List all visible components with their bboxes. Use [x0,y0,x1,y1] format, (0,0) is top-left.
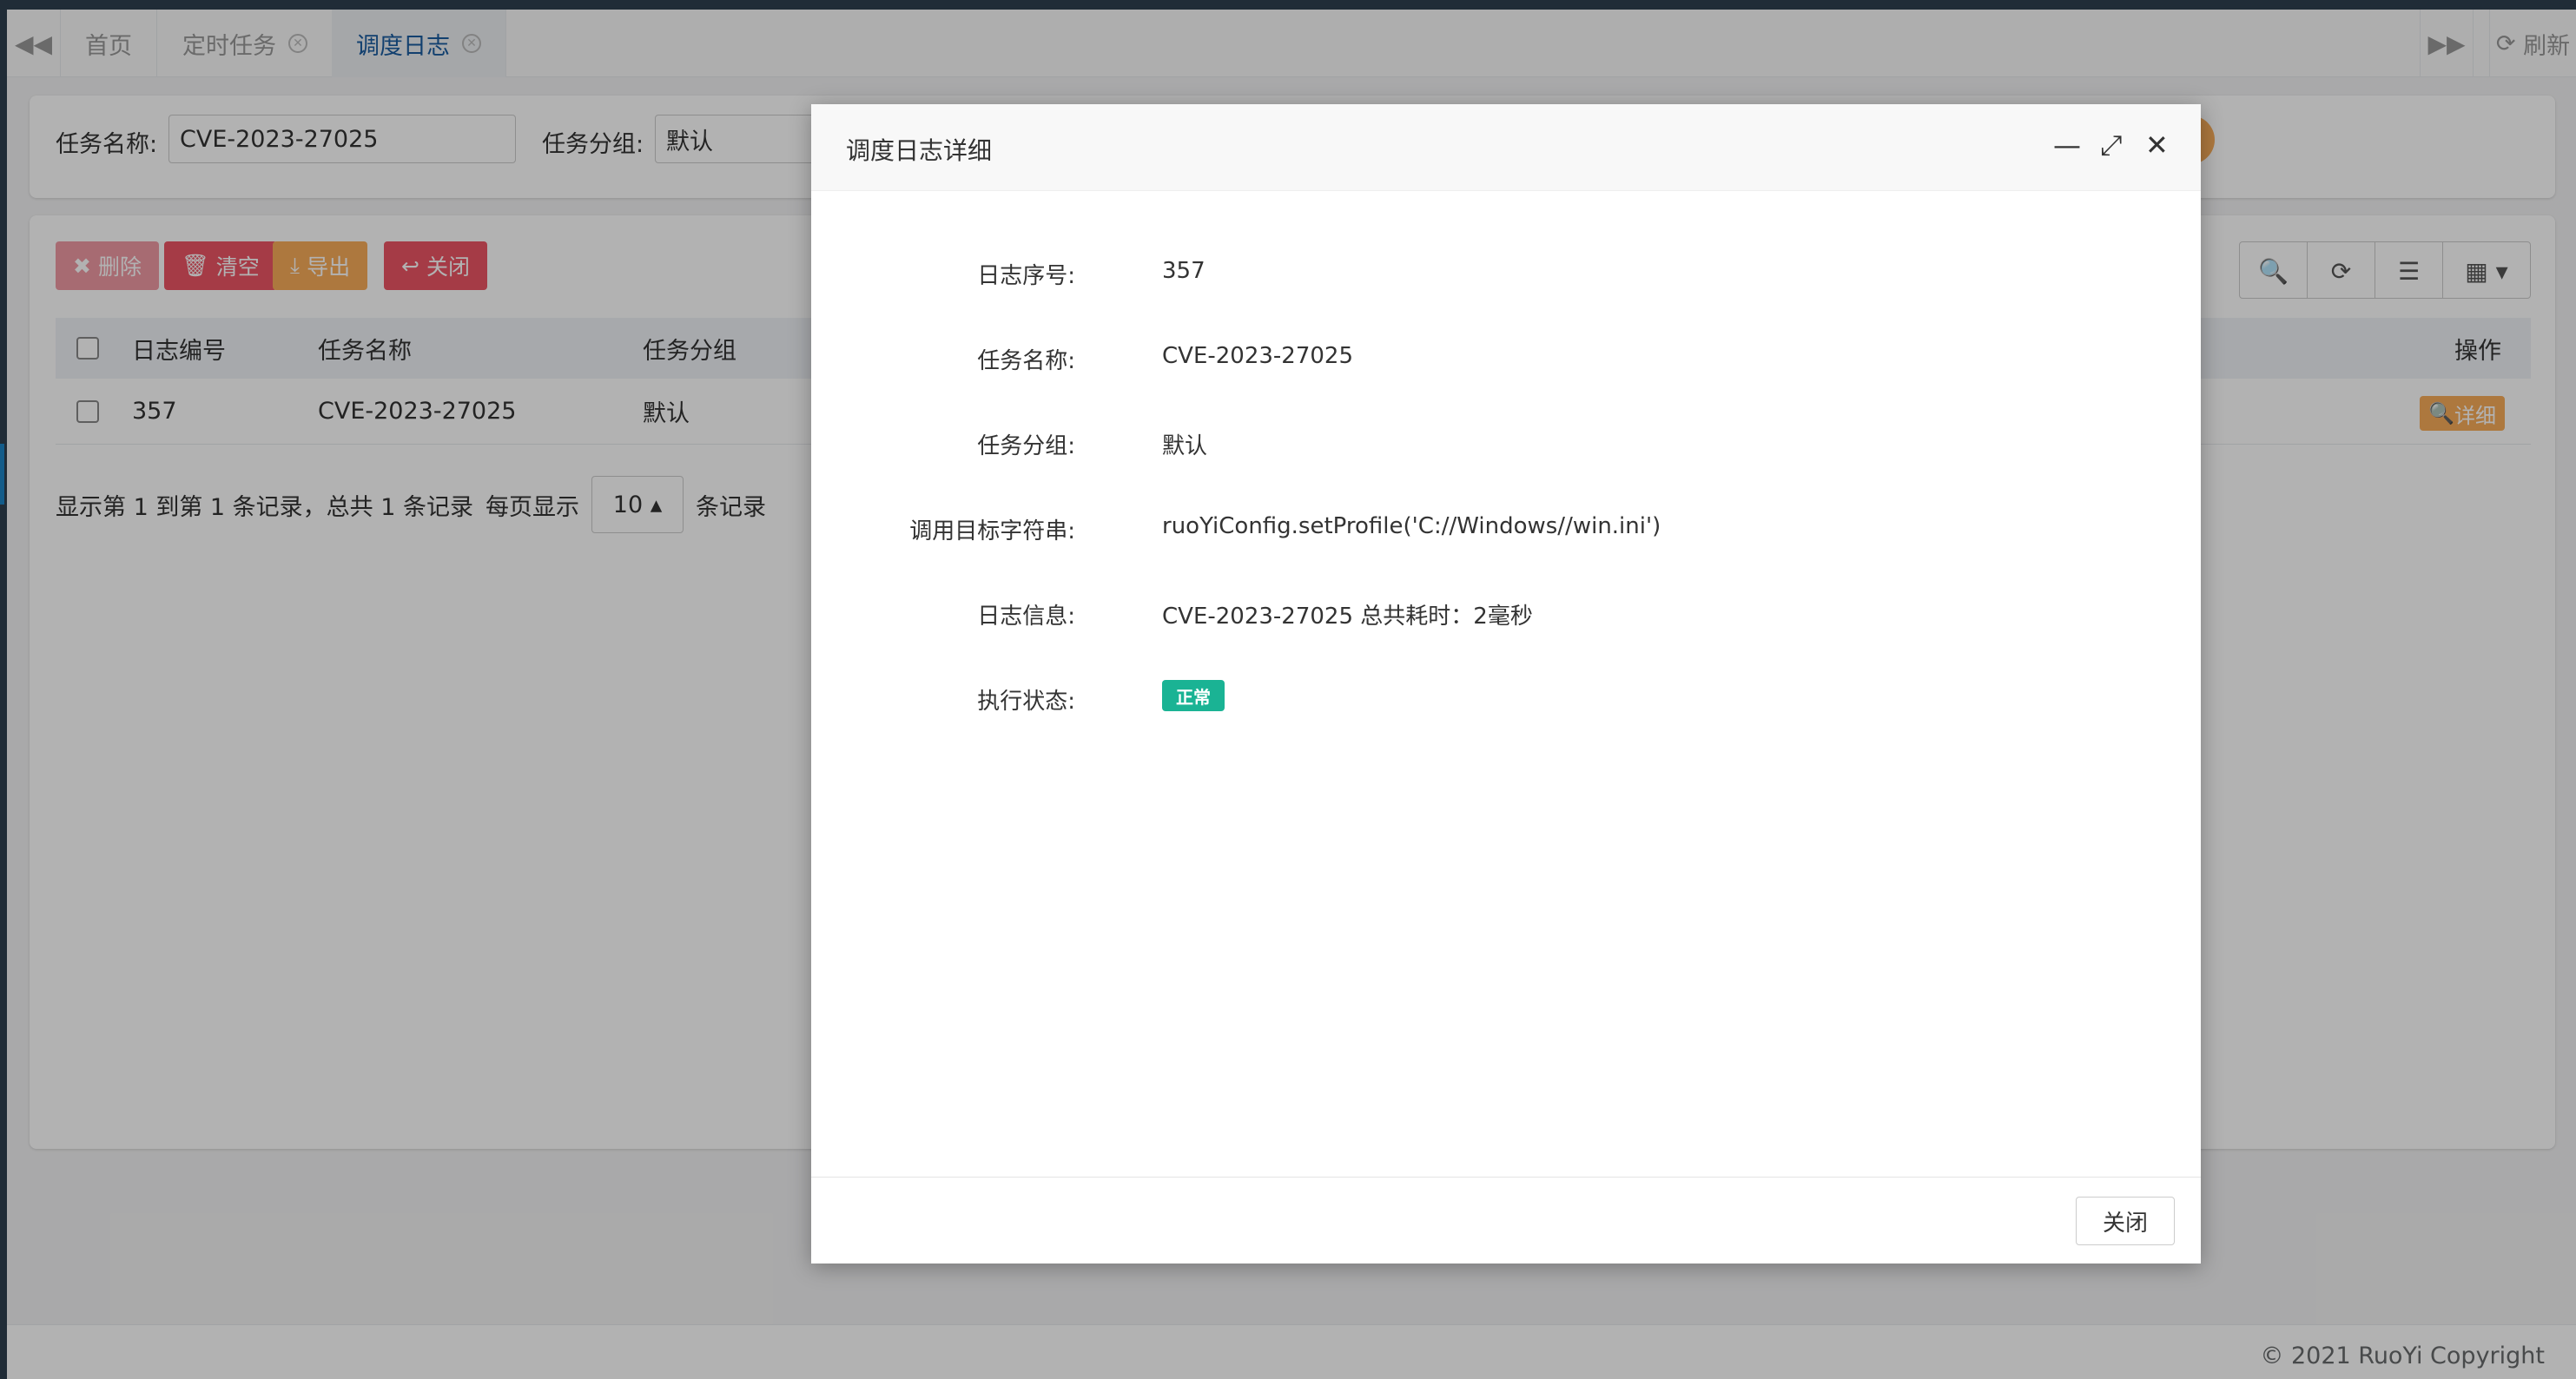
dialog-footer: 关闭 [811,1177,2201,1264]
field-task-name: 任务名称: CVE-2023-27025 [811,333,2201,385]
field-label: 执行状态: [977,689,1075,715]
field-value: CVE-2023-27025 [1162,343,1354,369]
dialog-header: 调度日志详细 — ⤢ ✕ [811,104,2201,191]
log-detail-dialog: 调度日志详细 — ⤢ ✕ 日志序号: 357 任务名称: CVE-2023-27… [811,104,2201,1264]
field-label: 日志序号: [977,263,1075,289]
field-label: 日志信息: [977,604,1075,630]
dialog-close-button[interactable]: 关闭 [2076,1197,2175,1245]
field-log-message: 日志信息: CVE-2023-27025 总共耗时：2毫秒 [811,588,2201,640]
maximize-icon[interactable]: ⤢ [2100,129,2123,162]
dialog-title: 调度日志详细 [846,136,993,165]
field-value: 357 [1162,258,1205,284]
field-invoke-target: 调用目标字符串: ruoYiConfig.setProfile('C://Win… [811,503,2201,555]
close-icon[interactable]: ✕ [2145,129,2169,162]
field-label: 任务分组: [977,433,1075,459]
status-badge: 正常 [1162,680,1225,711]
field-label: 调用目标字符串: [909,518,1075,544]
field-task-group: 任务分组: 默认 [811,418,2201,470]
minimize-icon[interactable]: — [2053,129,2081,162]
field-log-id: 日志序号: 357 [811,247,2201,300]
field-status: 执行状态: 正常 [811,673,2201,725]
field-value: CVE-2023-27025 总共耗时：2毫秒 [1162,604,1533,630]
field-value: ruoYiConfig.setProfile('C://Windows//win… [1162,513,1661,539]
field-label: 任务名称: [977,348,1075,374]
field-value: 默认 [1162,433,1208,459]
